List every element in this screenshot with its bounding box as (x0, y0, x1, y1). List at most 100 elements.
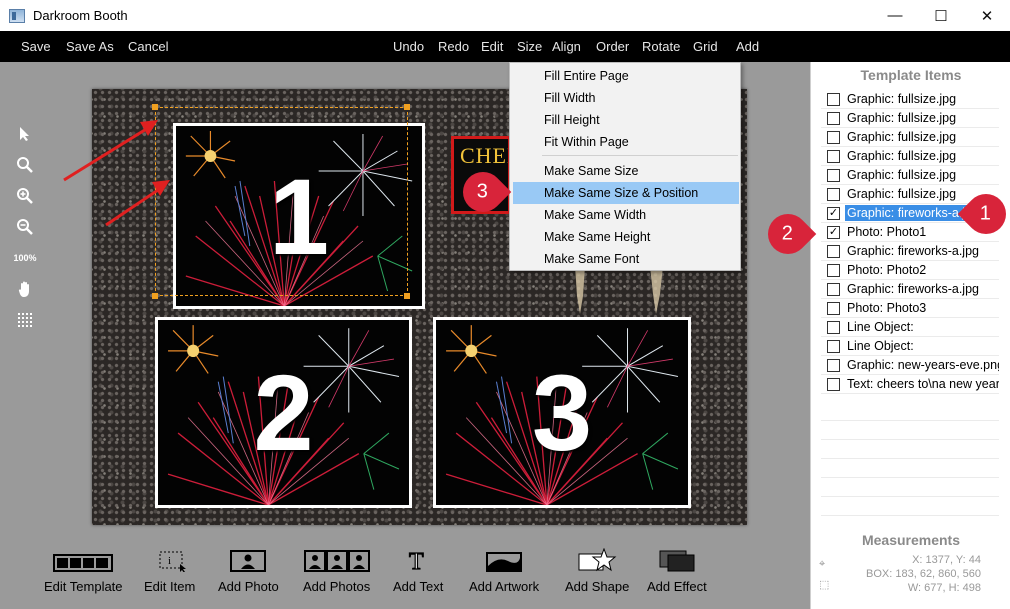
close-button[interactable]: ✕ (964, 0, 1010, 31)
menu-item-fit-within-page[interactable]: Fit Within Page (510, 131, 740, 153)
menu-item-fill-entire-page[interactable]: Fill Entire Page (510, 65, 740, 87)
resize-handle-bl[interactable] (152, 293, 158, 299)
item-checkbox[interactable] (827, 263, 840, 277)
add-photos-button[interactable]: Add Photos (303, 548, 370, 594)
menu-item-make-same-width[interactable]: Make Same Width (510, 204, 740, 226)
menu-size[interactable]: Size (517, 39, 542, 54)
zoom-100-button[interactable]: 100% (10, 242, 40, 273)
maximize-button[interactable]: ☐ (918, 0, 964, 31)
menu-align[interactable]: Align (552, 39, 581, 54)
template-item-row[interactable]: Graphic: fullsize.jpg (821, 166, 999, 185)
menu-save[interactable]: Save (21, 39, 51, 54)
photo-number-2: 2 (253, 352, 314, 473)
add-effect-label: Add Effect (647, 579, 707, 594)
template-item-row[interactable]: Line Object: (821, 337, 999, 356)
template-item-row[interactable]: Graphic: fullsize.jpg (821, 90, 999, 109)
item-checkbox[interactable] (827, 339, 840, 353)
resize-handle-br[interactable] (404, 293, 410, 299)
menu-bar: Save Save As Cancel Undo Redo Edit Size … (0, 31, 1010, 62)
add-photo-button[interactable]: Add Photo (218, 548, 279, 594)
add-shape-button[interactable]: Add Shape (565, 548, 629, 594)
resize-handle-tr[interactable] (404, 104, 410, 110)
window-title: Darkroom Booth (33, 8, 128, 23)
selection-box[interactable] (155, 107, 408, 296)
template-item-row[interactable]: Text: cheers to\na new year! (821, 375, 999, 394)
menu-item-make-same-height[interactable]: Make Same Height (510, 226, 740, 248)
measurements-readout: X: 1377, Y: 44 BOX: 183, 62, 860, 560 W:… (841, 553, 981, 595)
menu-item-make-same-size-position[interactable]: Make Same Size & Position (513, 182, 739, 204)
measurement-wh: W: 677, H: 498 (907, 582, 981, 594)
add-effect-button[interactable]: Add Effect (647, 548, 707, 594)
photo-slot-3[interactable]: 3 (433, 317, 691, 508)
menu-save-as[interactable]: Save As (66, 39, 114, 54)
template-item-row[interactable]: Graphic: fullsize.jpg (821, 109, 999, 128)
item-checkbox[interactable] (827, 130, 840, 144)
item-label: Graphic: fullsize.jpg (847, 111, 957, 125)
template-item-row[interactable]: Graphic: fullsize.jpg (821, 147, 999, 166)
item-label: Line Object: (847, 339, 914, 353)
item-checkbox[interactable]: ✓ (827, 206, 840, 220)
add-photo-label: Add Photo (218, 579, 279, 594)
menu-order[interactable]: Order (596, 39, 629, 54)
menu-item-make-same-font[interactable]: Make Same Font (510, 248, 740, 270)
item-checkbox[interactable] (827, 92, 840, 106)
edit-template-button[interactable]: Edit Template (44, 548, 123, 594)
champagne-glasses-graphic (575, 266, 663, 314)
edit-item-label: Edit Item (144, 579, 196, 594)
zoom-in-icon[interactable] (10, 180, 40, 211)
menu-add[interactable]: Add (736, 39, 759, 54)
add-text-button[interactable]: T Add Text (393, 548, 443, 594)
template-item-row[interactable]: Photo: Photo2 (821, 261, 999, 280)
bounding-box-icon: ⬚ (819, 579, 830, 591)
template-item-row[interactable]: Line Object: (821, 318, 999, 337)
menu-cancel[interactable]: Cancel (128, 39, 168, 54)
item-checkbox[interactable] (827, 244, 840, 258)
menu-rotate[interactable]: Rotate (642, 39, 680, 54)
minimize-button[interactable]: — (872, 0, 918, 31)
photo-slot-2[interactable]: 2 (155, 317, 412, 508)
item-checkbox[interactable] (827, 320, 840, 334)
add-effect-icon (659, 550, 695, 572)
add-artwork-icon (486, 552, 523, 572)
hand-tool-icon[interactable] (10, 273, 40, 304)
menu-edit[interactable]: Edit (481, 39, 503, 54)
add-artwork-button[interactable]: Add Artwork (469, 548, 539, 594)
template-item-row[interactable]: Graphic: fullsize.jpg (821, 128, 999, 147)
item-checkbox[interactable]: ✓ (827, 225, 840, 239)
template-item-row[interactable]: Graphic: fireworks-a.jpg (821, 242, 999, 261)
item-label: Graphic: fullsize.jpg (847, 92, 957, 106)
template-item-row[interactable]: Graphic: new-years-eve.png (821, 356, 999, 375)
menu-undo[interactable]: Undo (393, 39, 424, 54)
menu-item-fill-width[interactable]: Fill Width (510, 87, 740, 109)
add-shape-icon (578, 548, 617, 572)
item-checkbox[interactable] (827, 149, 840, 163)
item-checkbox[interactable] (827, 282, 840, 296)
item-checkbox[interactable] (827, 301, 840, 315)
item-checkbox[interactable] (827, 358, 840, 372)
item-checkbox[interactable] (827, 111, 840, 125)
template-items-title: Template Items (860, 67, 962, 83)
template-items-empty-rows (821, 402, 999, 516)
menu-item-fill-height[interactable]: Fill Height (510, 109, 740, 131)
app-icon (9, 8, 25, 23)
item-checkbox[interactable] (827, 187, 840, 201)
pointer-tool-icon[interactable] (10, 118, 40, 149)
zoom-tool-icon[interactable] (10, 149, 40, 180)
zoom-out-icon[interactable] (10, 211, 40, 242)
size-menu: Fill Entire Page Fill Width Fill Height … (509, 62, 741, 271)
item-checkbox[interactable] (827, 377, 840, 391)
add-text-label: Add Text (393, 579, 444, 594)
template-item-row[interactable]: Photo: Photo3 (821, 299, 999, 318)
menu-redo[interactable]: Redo (438, 39, 469, 54)
menu-item-make-same-size[interactable]: Make Same Size (510, 160, 740, 182)
edit-template-label: Edit Template (44, 579, 123, 594)
grid-tool-icon[interactable] (10, 304, 40, 335)
menu-grid[interactable]: Grid (693, 39, 718, 54)
template-item-row[interactable]: Graphic: fireworks-a.jpg (821, 280, 999, 299)
item-label: Line Object: (847, 320, 914, 334)
item-checkbox[interactable] (827, 168, 840, 182)
photo-number-3: 3 (531, 352, 593, 473)
edit-item-button[interactable]: i Edit Item (144, 548, 195, 594)
add-text-icon: T (409, 548, 425, 572)
tool-palette: 100% (10, 118, 40, 335)
